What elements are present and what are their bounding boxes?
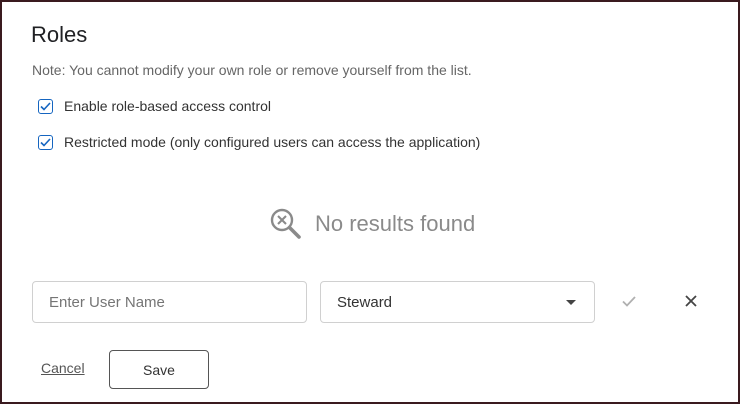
empty-state-text: No results found: [315, 211, 476, 236]
role-select-value: Steward: [337, 293, 393, 311]
restricted-mode-label: Restricted mode (only configured users c…: [64, 134, 481, 150]
save-button[interactable]: Save: [109, 350, 209, 389]
rbac-checkbox[interactable]: [38, 98, 53, 114]
restricted-mode-option[interactable]: Restricted mode (only configured users c…: [38, 134, 480, 150]
dialog-title: Roles: [31, 22, 88, 47]
close-icon: [685, 295, 697, 307]
username-input[interactable]: [32, 281, 307, 323]
caret-down-icon: [566, 299, 576, 305]
confirm-add-button[interactable]: [619, 291, 639, 311]
role-select[interactable]: Steward: [320, 281, 595, 323]
restricted-mode-checkbox[interactable]: [38, 134, 53, 150]
checkmark-icon: [40, 137, 51, 147]
rbac-option[interactable]: Enable role-based access control: [38, 98, 271, 114]
search-no-results-icon: [269, 207, 303, 241]
cancel-button[interactable]: Cancel: [41, 360, 85, 376]
discard-add-button[interactable]: [681, 291, 701, 311]
roles-dialog: Roles Note: You cannot modify your own r…: [0, 0, 740, 404]
empty-state: No results found: [269, 207, 475, 241]
rbac-label: Enable role-based access control: [64, 98, 272, 114]
dialog-note: Note: You cannot modify your own role or…: [32, 62, 472, 78]
check-icon: [622, 295, 636, 307]
checkmark-icon: [40, 101, 51, 111]
